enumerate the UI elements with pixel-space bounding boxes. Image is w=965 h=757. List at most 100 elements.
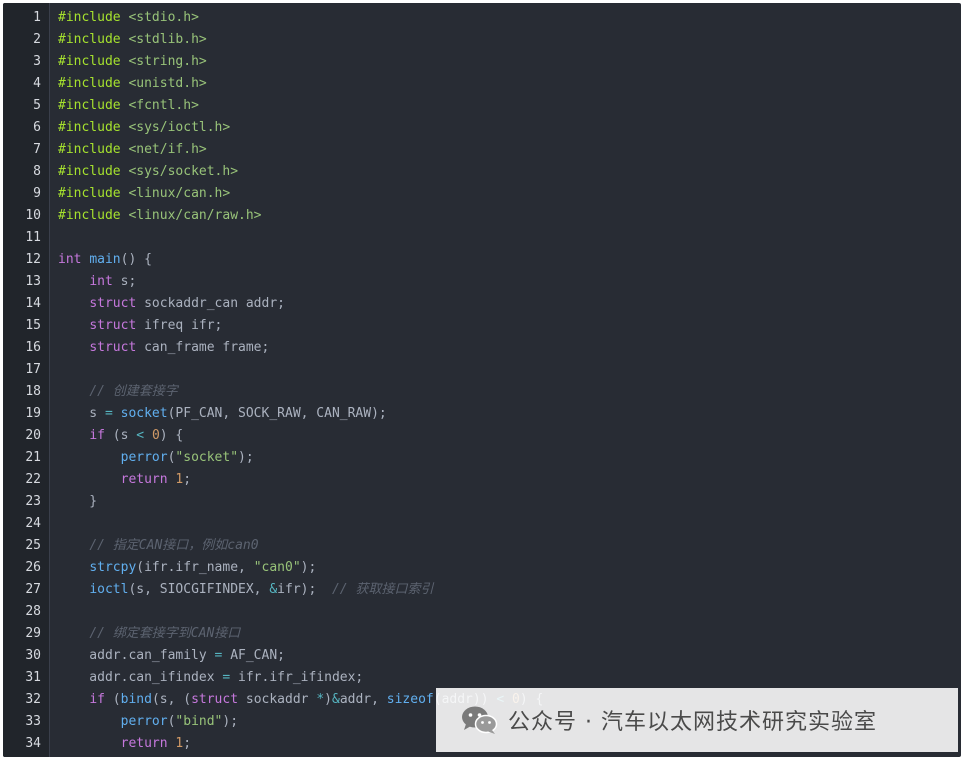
code-line[interactable]: 21 perror("socket");	[3, 447, 961, 469]
line-number: 5	[33, 98, 41, 113]
line-number: 30	[25, 648, 41, 663]
line-number: 4	[33, 76, 41, 91]
code-token: }	[58, 494, 98, 509]
line-number: 31	[25, 670, 41, 685]
code-text: int main() {	[58, 249, 152, 271]
code-token: if	[89, 428, 105, 443]
code-line[interactable]: 6 #include <sys/ioctl.h>	[3, 117, 961, 139]
code-token: #include	[58, 142, 121, 157]
code-text: #include <string.h>	[58, 51, 207, 73]
line-number: 23	[25, 494, 41, 509]
code-line[interactable]: 5 #include <fcntl.h>	[3, 95, 961, 117]
code-token: perror	[120, 714, 168, 729]
code-line[interactable]: 7 #include <net/if.h>	[3, 139, 961, 161]
code-line[interactable]: 27 ioctl(s, SIOCGIFINDEX, &ifr); // 获取接口…	[3, 579, 961, 601]
code-line[interactable]: 17	[3, 359, 961, 381]
line-number: 3	[33, 54, 41, 69]
line-number: 17	[25, 362, 41, 377]
code-token: addr,	[339, 692, 387, 707]
code-line[interactable]: 3 #include <string.h>	[3, 51, 961, 73]
line-number: 11	[25, 230, 41, 245]
code-line[interactable]: 11	[3, 227, 961, 249]
code-line[interactable]: 10 #include <linux/can/raw.h>	[3, 205, 961, 227]
line-number: 7	[33, 142, 41, 157]
code-text: addr.can_ifindex = ifr.ifr_ifindex;	[58, 667, 363, 689]
code-token: #include	[58, 208, 121, 223]
code-line[interactable]: 19 s = socket(PF_CAN, SOCK_RAW, CAN_RAW)…	[3, 403, 961, 425]
line-number: 15	[25, 318, 41, 333]
code-token: can_frame frame;	[136, 340, 270, 355]
code-line[interactable]: 20 if (s < 0) {	[3, 425, 961, 447]
code-token: int	[58, 252, 82, 267]
watermark: 公众号 · 汽车以太网技术研究实验室	[436, 688, 958, 752]
code-line[interactable]: 18 // 创建套接字	[3, 381, 961, 403]
code-token: addr.can_ifindex	[58, 670, 223, 685]
code-token: bind	[120, 692, 152, 707]
code-line[interactable]: 25 // 指定CAN接口，例如can0	[3, 535, 961, 557]
code-line[interactable]: 15 struct ifreq ifr;	[3, 315, 961, 337]
code-token: );	[238, 450, 254, 465]
code-token: struct	[89, 318, 137, 333]
line-number: 26	[25, 560, 41, 575]
code-token: &	[331, 692, 340, 707]
line-number: 20	[25, 428, 41, 443]
code-token: sizeof	[386, 692, 434, 707]
line-number: 21	[25, 450, 41, 465]
code-token: <unistd.h>	[128, 76, 207, 91]
line-number: 8	[33, 164, 41, 179]
code-line[interactable]: 1 #include <stdio.h>	[3, 7, 961, 29]
code-line[interactable]: 4 #include <unistd.h>	[3, 73, 961, 95]
code-line[interactable]: 8 #include <sys/socket.h>	[3, 161, 961, 183]
code-text: // 绑定套接字到CAN接口	[58, 623, 240, 645]
code-token: AF_CAN;	[222, 648, 285, 663]
code-token: <stdlib.h>	[128, 32, 207, 47]
code-line[interactable]: 26 strcpy(ifr.ifr_name, "can0");	[3, 557, 961, 579]
line-number: 18	[25, 384, 41, 399]
code-token: strcpy	[89, 560, 137, 575]
code-token: #include	[58, 10, 121, 25]
code-token: );	[300, 560, 317, 575]
code-line[interactable]: 22 return 1;	[3, 469, 961, 491]
code-area[interactable]: 1 #include <stdio.h> 2 #include <stdlib.h> 3…	[3, 7, 961, 755]
code-token: s;	[112, 274, 137, 289]
code-token: <sys/socket.h>	[128, 164, 239, 179]
line-number: 10	[25, 208, 41, 223]
code-token: )	[324, 692, 332, 707]
line-number: 27	[25, 582, 41, 597]
code-line[interactable]: 2 #include <stdlib.h>	[3, 29, 961, 51]
code-token: (s, SIOCGIFINDEX,	[128, 582, 270, 597]
code-text: s = socket(PF_CAN, SOCK_RAW, CAN_RAW);	[58, 403, 386, 425]
code-token: <string.h>	[128, 54, 207, 69]
code-line[interactable]: 31 addr.can_ifindex = ifr.ifr_ifindex;	[3, 667, 961, 689]
code-line[interactable]: 14 struct sockaddr_can addr;	[3, 293, 961, 315]
code-line[interactable]: 9 #include <linux/can.h>	[3, 183, 961, 205]
code-token: sockaddr_can addr;	[136, 296, 285, 311]
code-text: ioctl(s, SIOCGIFINDEX, &ifr); // 获取接口索引	[58, 579, 433, 601]
line-number: 33	[25, 714, 41, 729]
code-text: strcpy(ifr.ifr_name, "can0");	[58, 557, 316, 579]
code-line[interactable]: 23 }	[3, 491, 961, 513]
code-token: int	[89, 274, 113, 289]
code-line[interactable]: 13 int s;	[3, 271, 961, 293]
code-token: socket	[120, 406, 168, 421]
code-line[interactable]: 29 // 绑定套接字到CAN接口	[3, 623, 961, 645]
code-line[interactable]: 30 addr.can_family = AF_CAN;	[3, 645, 961, 667]
code-line[interactable]: 12 int main() {	[3, 249, 961, 271]
code-token: s	[58, 406, 105, 421]
code-text: #include <linux/can/raw.h>	[58, 205, 262, 227]
line-number: 29	[25, 626, 41, 641]
code-line[interactable]: 24	[3, 513, 961, 535]
wechat-icon	[462, 706, 498, 734]
code-line[interactable]: 28	[3, 601, 961, 623]
code-editor[interactable]: 1 #include <stdio.h> 2 #include <stdlib.h> 3…	[3, 3, 961, 757]
code-line[interactable]: 16 struct can_frame frame;	[3, 337, 961, 359]
code-text: #include <sys/socket.h>	[58, 161, 238, 183]
code-text: #include <linux/can.h>	[58, 183, 230, 205]
